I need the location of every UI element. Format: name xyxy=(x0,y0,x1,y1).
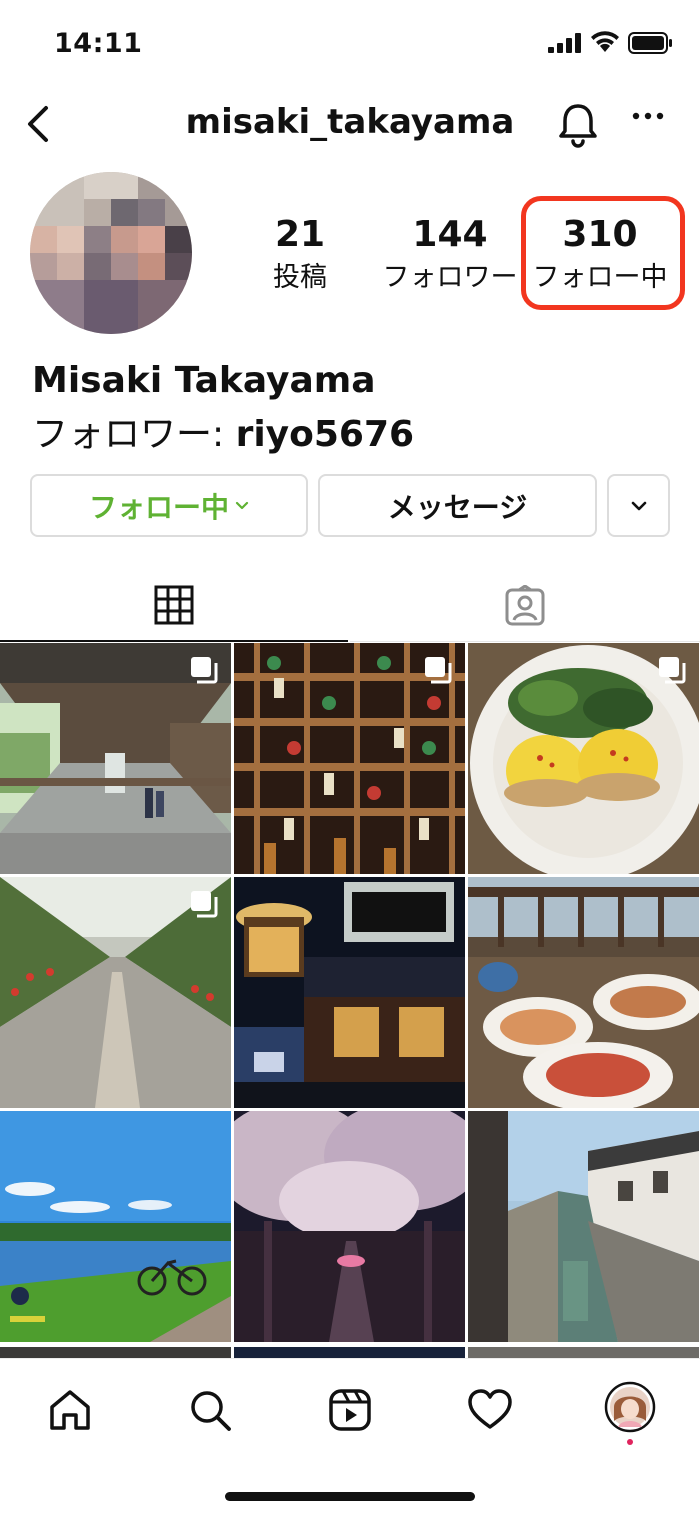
search-icon xyxy=(191,1391,231,1431)
followed-by-prefix: フォロワー: xyxy=(32,414,236,455)
heart-icon xyxy=(468,1389,512,1429)
followed-by-user: riyo5676 xyxy=(235,414,415,455)
chevron-down-icon xyxy=(631,501,646,510)
followed-by-text[interactable]: フォロワー: riyo5676 xyxy=(32,405,414,457)
post-thumbnail-canal[interactable] xyxy=(468,1111,699,1342)
notification-dot xyxy=(627,1439,633,1445)
post-thumbnail-film-festival[interactable] xyxy=(234,877,465,1108)
multiple-posts-icon xyxy=(659,657,686,684)
followers-count[interactable]: 144 フォロワー xyxy=(382,210,518,296)
multiple-posts-icon xyxy=(425,657,452,684)
bottom-navigation xyxy=(0,1358,700,1515)
nav-reels[interactable] xyxy=(325,1385,375,1435)
wifi-icon xyxy=(591,31,619,52)
nav-home[interactable] xyxy=(45,1385,95,1435)
nav-activity[interactable] xyxy=(465,1385,515,1435)
post-thumbnail-partial[interactable] xyxy=(468,1345,699,1358)
post-thumbnail-eggs-benedict[interactable] xyxy=(468,643,699,874)
following-button-label: フォロー中 xyxy=(88,490,229,524)
post-thumbnail-chimes[interactable] xyxy=(234,643,465,874)
multiple-posts-icon xyxy=(191,657,218,684)
home-icon xyxy=(50,1390,90,1430)
post-thumbnail-cherry-blossoms[interactable] xyxy=(234,1111,465,1342)
tab-posts-grid[interactable] xyxy=(0,570,348,642)
profile-avatar xyxy=(604,1381,656,1433)
home-indicator xyxy=(225,1492,475,1501)
battery-icon xyxy=(628,32,672,54)
reels-icon xyxy=(329,1389,371,1431)
posts-count: 21 投稿 xyxy=(255,210,345,296)
followers-count-value: 144 xyxy=(412,214,488,255)
following-button[interactable]: フォロー中 xyxy=(30,474,308,537)
post-thumbnail-lake-bicycle[interactable] xyxy=(0,1111,231,1342)
chevron-down-icon xyxy=(235,501,249,509)
multiple-posts-icon xyxy=(191,891,218,918)
profile-full-name: Misaki Takayama xyxy=(32,360,376,401)
post-thumbnail-bridge[interactable] xyxy=(0,643,231,874)
posts-count-value: 21 xyxy=(274,214,326,255)
message-button-label: メッセージ xyxy=(387,490,528,524)
status-bar: 14:11 xyxy=(0,0,700,88)
post-thumbnail-strawberry-greenhouse[interactable] xyxy=(0,877,231,1108)
post-thumbnail-pasta-lunch[interactable] xyxy=(468,877,699,1108)
status-time: 14:11 xyxy=(54,28,143,59)
grid-icon xyxy=(154,585,194,625)
followers-count-label: フォロワー xyxy=(382,262,518,293)
profile-username: misaki_takayama xyxy=(185,102,515,142)
profile-avatar-large[interactable] xyxy=(30,172,192,334)
post-thumbnail-partial[interactable] xyxy=(0,1345,231,1358)
message-button[interactable]: メッセージ xyxy=(318,474,597,537)
posts-count-label: 投稿 xyxy=(273,262,327,293)
back-arrow-icon[interactable] xyxy=(22,100,62,148)
profile-header: misaki_takayama xyxy=(0,92,700,156)
signal-icon xyxy=(548,33,581,53)
tagged-icon xyxy=(505,584,545,625)
more-options-icon[interactable] xyxy=(632,110,664,122)
post-thumbnail-partial[interactable] xyxy=(234,1345,465,1358)
posts-grid xyxy=(0,643,700,1358)
suggested-users-button[interactable] xyxy=(607,474,670,537)
nav-search[interactable] xyxy=(185,1385,235,1435)
following-highlight-box xyxy=(521,196,685,310)
nav-profile[interactable] xyxy=(604,1381,656,1433)
tab-tagged[interactable] xyxy=(350,570,700,642)
bell-icon[interactable] xyxy=(556,100,600,148)
